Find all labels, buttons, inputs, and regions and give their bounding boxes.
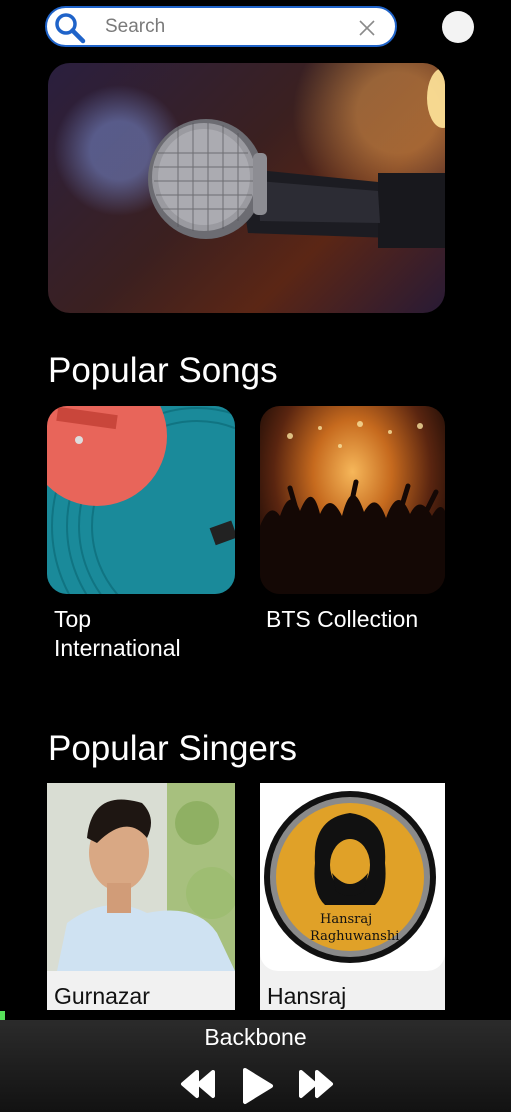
popular-songs-title: Popular Songs <box>48 351 278 390</box>
song-label-top-international[interactable]: Top International <box>54 605 234 663</box>
microphone-image <box>148 68 445 248</box>
rewind-icon[interactable] <box>179 1066 219 1102</box>
singer-name-gurnazar: Gurnazar <box>54 983 150 1009</box>
svg-text:Hansraj: Hansraj <box>320 912 372 927</box>
music-player-bar: Backbone <box>0 1020 511 1112</box>
clear-icon[interactable] <box>359 20 375 36</box>
singer-photo-gurnazar <box>47 783 235 971</box>
singer-name-hansraj: Hansraj <box>267 983 347 1009</box>
fast-forward-icon[interactable] <box>295 1066 335 1102</box>
search-input[interactable] <box>105 14 345 40</box>
svg-text:Raghuwanshi: Raghuwanshi <box>310 929 399 944</box>
now-playing-title: Backbone <box>204 1024 307 1050</box>
singer-card-gurnazar[interactable]: Gurnazar <box>47 783 235 1010</box>
scroll-indicator <box>0 1011 5 1020</box>
search-icon[interactable] <box>54 12 86 44</box>
search-bar[interactable] <box>45 6 397 47</box>
singer-card-hansraj[interactable]: Hansraj Raghuwanshi Hansraj <box>260 783 445 1010</box>
vinyl-record-image <box>47 406 235 594</box>
hero-banner[interactable] <box>48 63 445 313</box>
song-card-image-top-international[interactable] <box>47 406 235 594</box>
singer-logo-hansraj: Hansraj Raghuwanshi <box>260 783 445 971</box>
song-card-image-bts-collection[interactable] <box>260 406 445 594</box>
play-icon[interactable] <box>239 1066 275 1106</box>
concert-crowd-image <box>260 421 445 594</box>
song-label-bts-collection[interactable]: BTS Collection <box>266 605 446 634</box>
popular-singers-title: Popular Singers <box>48 729 298 768</box>
avatar[interactable] <box>442 11 474 43</box>
